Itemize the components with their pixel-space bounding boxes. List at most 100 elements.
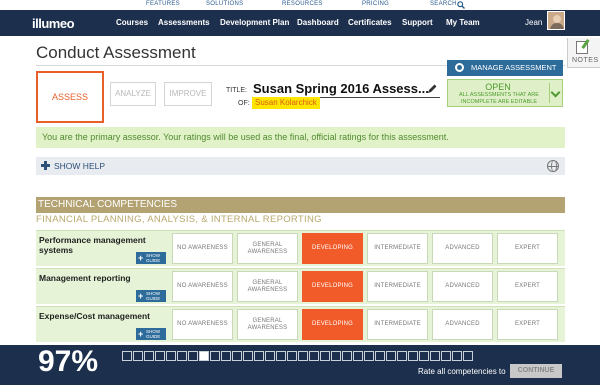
- step-assess[interactable]: ASSESS: [36, 71, 104, 123]
- nav-courses[interactable]: Courses: [116, 18, 148, 27]
- progress-cell[interactable]: [144, 351, 154, 361]
- nav-assessments[interactable]: Assessments: [158, 18, 210, 27]
- of-label: OF:: [238, 100, 250, 107]
- rating-option[interactable]: NO AWARENESS: [172, 309, 233, 340]
- rating-option[interactable]: GENERAL AWARENESS: [237, 233, 298, 264]
- progress-cell[interactable]: [133, 351, 143, 361]
- rating-option[interactable]: ADVANCED: [432, 309, 493, 340]
- rating-option[interactable]: DEVELOPING: [302, 309, 363, 340]
- progress-cell[interactable]: [353, 351, 363, 361]
- show-guide-label: SHOW GUIDE: [146, 329, 161, 339]
- competency-row: Management reporting + SHOW GUIDE NO AWAREN…: [36, 268, 565, 304]
- globe-icon[interactable]: [547, 160, 559, 172]
- page-title: Conduct Assessment: [36, 43, 196, 62]
- competency-row: Expense/Cost management + SHOW GUIDE NO AWA…: [36, 306, 565, 342]
- plus-icon: +: [138, 253, 144, 263]
- nav-dashboard[interactable]: Dashboard: [297, 18, 339, 27]
- resources-link[interactable]: RESOURCES: [282, 1, 323, 7]
- continue-button[interactable]: CONTINUE: [510, 364, 562, 378]
- rating-option[interactable]: DEVELOPING: [302, 233, 363, 264]
- nav-my-team[interactable]: My Team: [446, 18, 480, 27]
- progress-cell[interactable]: [364, 351, 374, 361]
- progress-cell[interactable]: [463, 351, 473, 361]
- show-guide-button[interactable]: + SHOW GUIDE: [136, 290, 166, 302]
- progress-cell[interactable]: [320, 351, 330, 361]
- nav-certificates[interactable]: Certificates: [348, 18, 392, 27]
- avatar[interactable]: [547, 11, 565, 30]
- progress-cell[interactable]: [419, 351, 429, 361]
- plus-icon: [41, 161, 50, 170]
- progress-cell[interactable]: [155, 351, 165, 361]
- show-guide-button[interactable]: + SHOW GUIDE: [136, 252, 166, 264]
- rating-option[interactable]: INTERMEDIATE: [367, 233, 428, 264]
- progress-cell[interactable]: [408, 351, 418, 361]
- rating-option[interactable]: EXPERT: [497, 309, 558, 340]
- progress-cell[interactable]: [232, 351, 242, 361]
- progress-cell[interactable]: [298, 351, 308, 361]
- rating-option[interactable]: INTERMEDIATE: [367, 271, 428, 302]
- progress-cell[interactable]: [188, 351, 198, 361]
- rating-option[interactable]: DEVELOPING: [302, 271, 363, 302]
- search-icon[interactable]: [457, 1, 465, 9]
- progress-cell[interactable]: [276, 351, 286, 361]
- user-name[interactable]: Jean: [525, 18, 542, 27]
- progress-cell[interactable]: [122, 351, 132, 361]
- nav-development-plan[interactable]: Development Plan: [220, 18, 289, 27]
- completion-percent: 97%: [38, 345, 99, 378]
- search-link[interactable]: SEARCH: [430, 1, 457, 7]
- progress-cell[interactable]: [430, 351, 440, 361]
- assessment-title[interactable]: Susan Spring 2016 Assess...: [253, 81, 429, 96]
- title-label: TITLE:: [226, 87, 248, 94]
- progress-cell[interactable]: [441, 351, 451, 361]
- progress-cell[interactable]: [265, 351, 275, 361]
- step-analyze[interactable]: ANALYZE: [110, 82, 156, 106]
- progress-cell[interactable]: [210, 351, 220, 361]
- notes-tab[interactable]: NOTES: [567, 38, 600, 68]
- rating-option[interactable]: EXPERT: [497, 233, 558, 264]
- progress-cell[interactable]: [375, 351, 385, 361]
- rating-option[interactable]: GENERAL AWARENESS: [237, 271, 298, 302]
- progress-cell[interactable]: [331, 351, 341, 361]
- plus-icon: +: [138, 329, 144, 339]
- solutions-link[interactable]: SOLUTIONS: [206, 1, 243, 7]
- features-link[interactable]: FEATURES: [146, 1, 180, 7]
- competency-name: Expense/Cost management: [39, 311, 151, 321]
- section-header: TECHNICAL COMPETENCIES: [36, 197, 565, 213]
- illumeo-logo[interactable]: illumeo: [32, 16, 75, 31]
- progress-cell[interactable]: [452, 351, 462, 361]
- progress-cell[interactable]: [309, 351, 319, 361]
- notes-icon: [576, 41, 588, 54]
- progress-cell[interactable]: [397, 351, 407, 361]
- status-title: OPEN: [485, 82, 511, 92]
- competency-name: Management reporting: [39, 273, 131, 283]
- subsection-header: FINANCIAL PLANNING, ANALYSIS, & INTERNAL…: [36, 214, 322, 225]
- rating-option[interactable]: EXPERT: [497, 271, 558, 302]
- progress-cell[interactable]: [386, 351, 396, 361]
- manage-assessment-button[interactable]: MANAGE ASSESSMENT: [447, 60, 563, 76]
- progress-cell[interactable]: [199, 351, 209, 361]
- status-box: OPEN ALL ASSESSMENTS THAT ARE INCOMPLETE…: [447, 79, 563, 107]
- nav-support[interactable]: Support: [402, 18, 433, 27]
- assessee-name: Susan Kolarchick: [252, 97, 320, 109]
- rating-option[interactable]: GENERAL AWARENESS: [237, 309, 298, 340]
- rating-option[interactable]: ADVANCED: [432, 271, 493, 302]
- progress-cell[interactable]: [221, 351, 231, 361]
- show-guide-button[interactable]: + SHOW GUIDE: [136, 328, 166, 340]
- progress-cell[interactable]: [166, 351, 176, 361]
- rating-option[interactable]: INTERMEDIATE: [367, 309, 428, 340]
- rating-option[interactable]: ADVANCED: [432, 233, 493, 264]
- step-improve[interactable]: IMPROVE: [164, 82, 212, 106]
- rating-option[interactable]: NO AWARENESS: [172, 271, 233, 302]
- progress-cell[interactable]: [243, 351, 253, 361]
- rate-all-label: Rate all competencies to: [418, 367, 506, 376]
- show-help-bar[interactable]: SHOW HELP: [36, 157, 565, 175]
- pricing-link[interactable]: PRICING: [362, 1, 389, 7]
- progress-cell[interactable]: [177, 351, 187, 361]
- chevron-down-icon[interactable]: [549, 83, 561, 103]
- show-guide-label: SHOW GUIDE: [146, 253, 161, 263]
- rating-option[interactable]: NO AWARENESS: [172, 233, 233, 264]
- progress-cell[interactable]: [287, 351, 297, 361]
- progress-cell[interactable]: [254, 351, 264, 361]
- pencil-icon[interactable]: [426, 83, 438, 95]
- progress-cell[interactable]: [342, 351, 352, 361]
